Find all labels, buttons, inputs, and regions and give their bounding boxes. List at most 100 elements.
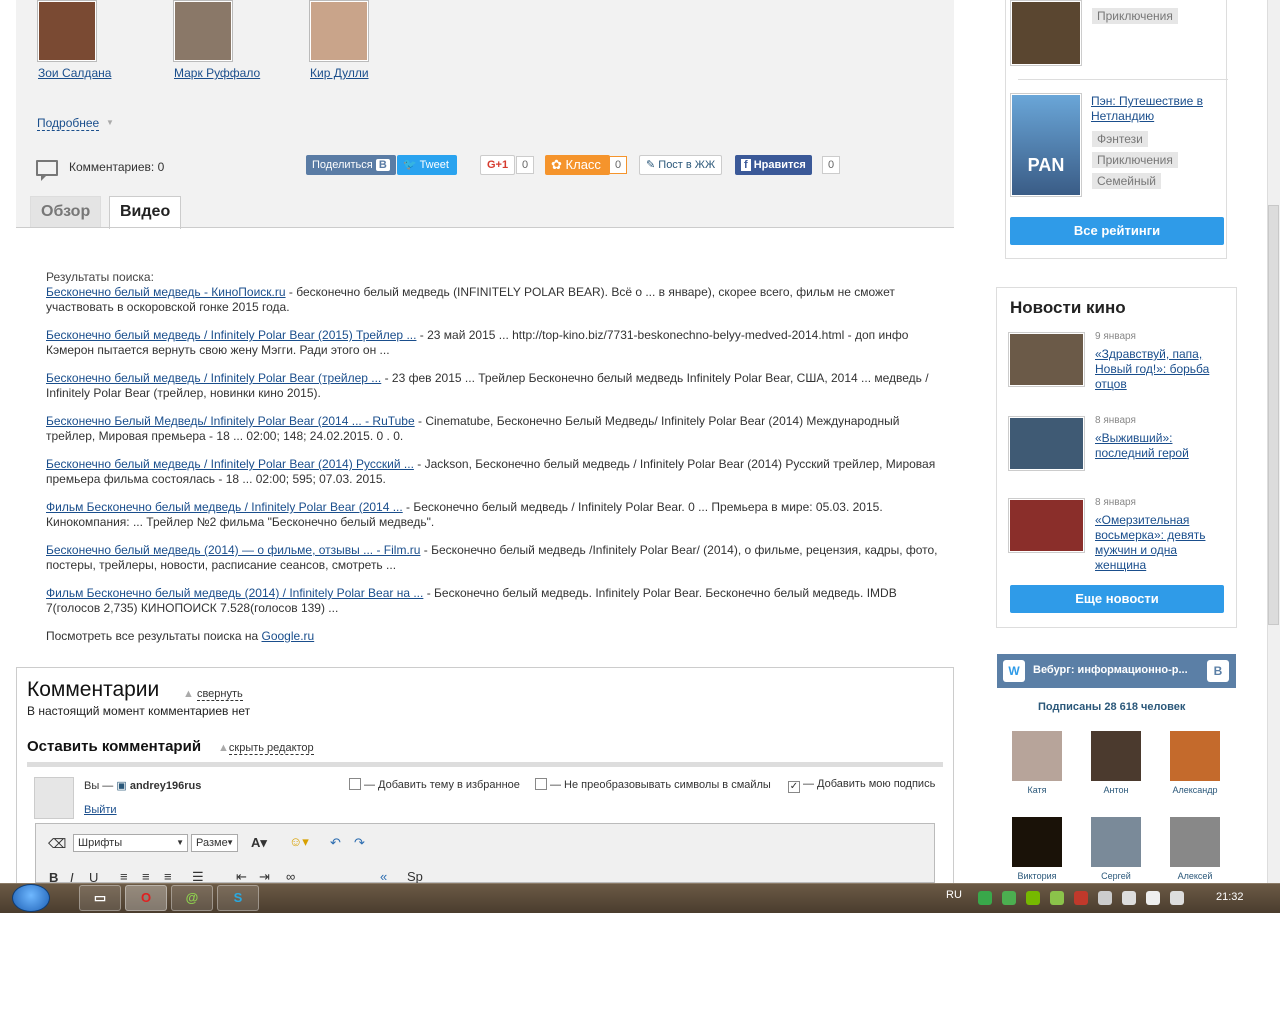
lj-post-button[interactable]: ✎ Пост в ЖЖ — [639, 155, 723, 175]
vk-share-button[interactable]: Поделиться В — [306, 155, 396, 175]
search-result-link[interactable]: Бесконечно Белый Медведь/ Infinitely Pol… — [46, 414, 415, 428]
all-ratings-button[interactable]: Все рейтинги — [1010, 217, 1224, 245]
text-color-icon[interactable]: A▾ — [251, 835, 267, 851]
nvidia-tray-icon[interactable] — [1026, 891, 1040, 905]
triangle-up-icon: ▲ — [218, 742, 229, 754]
genre-tag[interactable]: Приключения — [1092, 8, 1178, 24]
genre-tag[interactable]: Приключения — [1092, 152, 1178, 168]
eraser-icon[interactable]: ⌫ — [48, 836, 66, 852]
hide-editor-link[interactable]: ▲скрыть редактор — [218, 742, 314, 755]
divider — [1018, 79, 1228, 80]
font-select[interactable]: Шрифты ▼ — [73, 834, 188, 852]
news-image[interactable] — [1008, 498, 1085, 553]
redo-icon[interactable]: ↷ — [354, 835, 365, 851]
vk-member[interactable]: Алексей — [1165, 817, 1225, 881]
tweet-button[interactable]: 🐦 Tweet — [397, 155, 457, 175]
search-result-link[interactable]: Бесконечно белый медведь / Infinitely Po… — [46, 328, 416, 342]
checkmark-icon[interactable]: ✓ — [788, 781, 800, 793]
news-link[interactable]: «Омерзительная восьмерка»: девять мужчин… — [1095, 513, 1225, 573]
actor-item[interactable]: Зои Салдана — [17, 0, 137, 80]
search-result-link[interactable]: Фильм Бесконечно белый медведь / Infinit… — [46, 500, 403, 514]
ok-class-button[interactable]: ✿ Класс — [545, 155, 610, 175]
tray-icon[interactable] — [1098, 891, 1112, 905]
tab-video[interactable]: Видео — [109, 196, 182, 229]
vk-member[interactable]: Антон — [1086, 731, 1146, 795]
vk-member[interactable]: Катя — [1007, 731, 1067, 795]
more-link[interactable]: Подробнее — [37, 116, 100, 131]
actor-name-link[interactable]: Марк Руффало — [174, 66, 273, 80]
search-results: Результаты поиска: Бесконечно белый медв… — [46, 270, 952, 644]
collapse-link[interactable]: ▲ свернуть — [183, 688, 243, 701]
checkbox-box[interactable] — [349, 778, 361, 790]
network-disabled-icon[interactable] — [1074, 891, 1088, 905]
messenger-taskbar-icon[interactable]: @ — [171, 885, 213, 911]
power-icon[interactable] — [1122, 891, 1136, 905]
smiley-icon[interactable]: ☺▾ — [289, 834, 309, 850]
align-center-icon[interactable]: ≡ — [142, 869, 150, 884]
genre-tag[interactable]: Фэнтези — [1092, 131, 1148, 147]
news-image[interactable] — [1008, 416, 1085, 471]
favorite-checkbox[interactable]: — Добавить тему в избранное — [349, 778, 520, 791]
align-right-icon[interactable]: ≡ — [164, 869, 172, 884]
spellcheck-icon[interactable]: Sp — [407, 869, 423, 884]
search-result-link[interactable]: Бесконечно белый медведь - КиноПоиск.ru — [46, 285, 286, 299]
align-left-icon[interactable]: ≡ — [120, 869, 128, 884]
news-date: 8 января — [1095, 497, 1136, 508]
vk-subscribers-count: Подписаны 28 618 человек — [1038, 701, 1186, 713]
actor-photo[interactable] — [309, 0, 369, 62]
twitter-bird-icon: 🐦 — [403, 159, 417, 171]
clock[interactable]: 21:32 — [1216, 891, 1244, 903]
movie-poster[interactable]: PAN — [1010, 93, 1082, 197]
checkbox-box[interactable] — [535, 778, 547, 790]
actor-item[interactable]: Кир Дулли — [289, 0, 409, 80]
news-date: 9 января — [1095, 331, 1136, 342]
search-result: Бесконечно белый медведь (2014) — о филь… — [46, 543, 952, 573]
smiles-checkbox[interactable]: — Не преобразовывать символы в смайлы — [535, 778, 771, 791]
avatar — [1091, 731, 1141, 781]
flag-icon[interactable] — [1170, 891, 1184, 905]
news-image[interactable] — [1008, 332, 1085, 387]
quote-icon[interactable]: « — [380, 869, 387, 884]
volume-icon[interactable] — [1146, 891, 1160, 905]
vk-member[interactable]: Александр — [1165, 731, 1225, 795]
skype-taskbar-icon[interactable]: S — [217, 885, 259, 911]
actor-name-link[interactable]: Зои Салдана — [38, 66, 137, 80]
fb-like-button[interactable]: f Нравится — [735, 155, 812, 175]
news-link[interactable]: «Здравствуй, папа, Новый год!»: борьба о… — [1095, 347, 1225, 392]
news-link[interactable]: «Выживший»: последний герой — [1095, 431, 1225, 461]
undo-icon[interactable]: ↶ — [330, 835, 341, 851]
opera-taskbar-icon[interactable]: O — [125, 885, 167, 911]
actor-photo[interactable] — [173, 0, 233, 62]
logout-link[interactable]: Выйти — [84, 804, 117, 816]
actor-name-link[interactable]: Кир Дулли — [310, 66, 409, 80]
search-result: Бесконечно белый медведь / Infinitely Po… — [46, 328, 952, 358]
vk-group-title[interactable]: Вебург: информационно-р... — [1033, 664, 1188, 676]
search-result-link[interactable]: Фильм Бесконечно белый медведь (2014) / … — [46, 586, 423, 600]
more-news-button[interactable]: Еще новости — [1010, 585, 1224, 613]
mail-agent-tray-icon[interactable] — [1002, 891, 1016, 905]
odnoklassniki-icon: ✿ — [551, 157, 562, 172]
movie-poster[interactable] — [1010, 0, 1082, 66]
google-link[interactable]: Google.ru — [262, 629, 315, 643]
search-result-link[interactable]: Бесконечно белый медведь / Infinitely Po… — [46, 371, 381, 385]
actor-photo[interactable] — [37, 0, 97, 62]
tab-overview[interactable]: Обзор — [30, 196, 102, 228]
movie-link[interactable]: Пэн: Путешествие в Нетландию — [1091, 94, 1221, 124]
gplus-button[interactable]: G+1 — [480, 155, 516, 175]
utorrent-tray-icon[interactable] — [978, 891, 992, 905]
tweet-label: Tweet — [419, 159, 449, 171]
genre-tag[interactable]: Семейный — [1092, 173, 1161, 189]
vk-member[interactable]: Сергей — [1086, 817, 1146, 881]
link-icon[interactable]: ∞ — [286, 869, 295, 884]
actor-item[interactable]: Марк Руффало — [153, 0, 273, 80]
start-button[interactable] — [12, 884, 50, 912]
scrollbar-thumb[interactable] — [1268, 205, 1279, 625]
signature-checkbox[interactable]: ✓ — Добавить мою подпись — [788, 778, 935, 793]
explorer-taskbar-icon[interactable]: ▭ — [79, 885, 121, 911]
size-select[interactable]: Разме ▼ — [191, 834, 238, 852]
vk-member[interactable]: Виктория — [1007, 817, 1067, 881]
language-indicator[interactable]: RU — [946, 889, 962, 901]
search-result-link[interactable]: Бесконечно белый медведь (2014) — о филь… — [46, 543, 420, 557]
tray-icon[interactable] — [1050, 891, 1064, 905]
search-result-link[interactable]: Бесконечно белый медведь / Infinitely Po… — [46, 457, 414, 471]
